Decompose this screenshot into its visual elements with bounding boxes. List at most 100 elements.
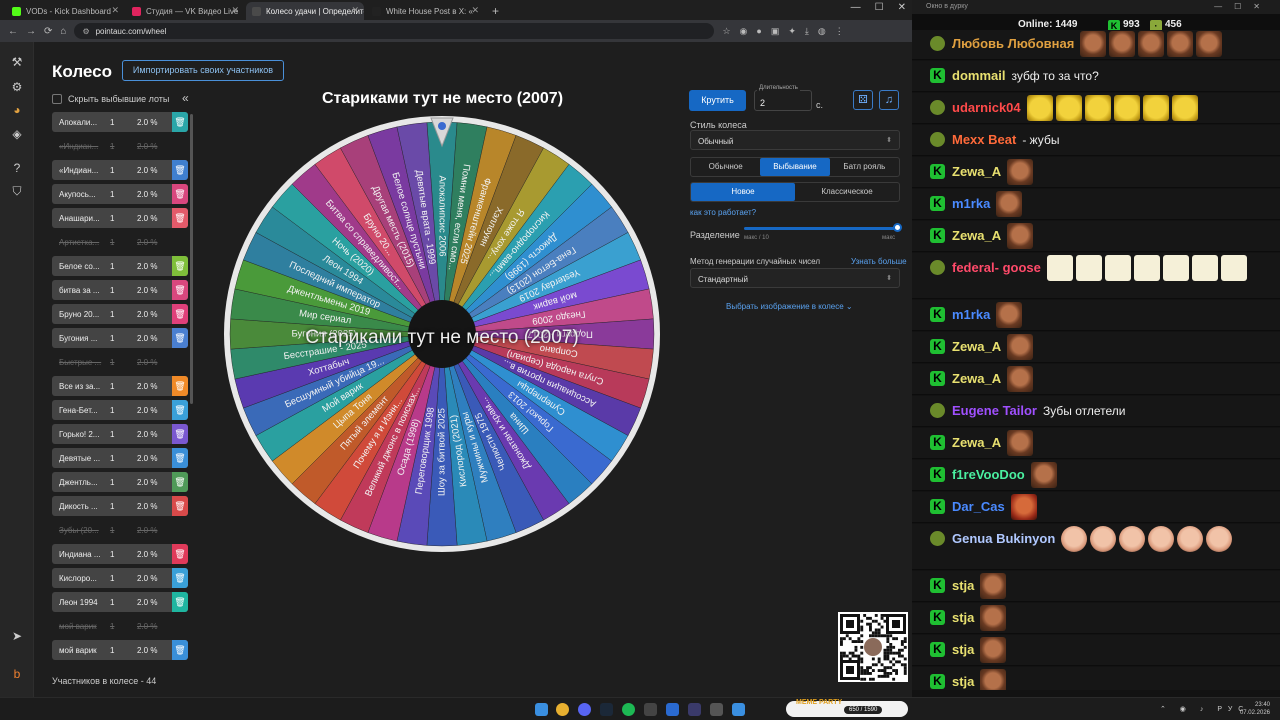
chat-username[interactable]: udarnick04 xyxy=(952,100,1021,115)
chat-username[interactable]: stja xyxy=(952,610,974,625)
layers-icon[interactable]: ◈ xyxy=(9,126,25,142)
chat-username[interactable]: Любовь Любовная xyxy=(952,36,1074,51)
chat-message[interactable]: Kstja xyxy=(912,571,1280,602)
system-tray[interactable]: ⌃ ◉ ♪ РУС xyxy=(1160,705,1249,713)
extension-icon[interactable]: ◉ xyxy=(740,26,748,37)
chat-username[interactable]: stja xyxy=(952,674,974,689)
telegram-icon[interactable]: ➤ xyxy=(9,628,25,644)
variant-option[interactable]: Классическое xyxy=(795,183,899,201)
lot-row[interactable]: Зубы (20... 1 2.0 % xyxy=(52,520,188,540)
menu-icon[interactable]: ⋮ xyxy=(835,26,844,37)
trash-icon[interactable]: 🗑 xyxy=(172,112,188,132)
import-participants-button[interactable]: Импортировать своих участников xyxy=(122,60,284,81)
chat-username[interactable]: Zewa_A xyxy=(952,339,1001,354)
home-icon[interactable]: ⌂ xyxy=(60,26,66,37)
hide-dropped-toggle[interactable]: Скрыть выбывшие лоты xyxy=(52,94,169,104)
trash-icon[interactable]: 🗑 xyxy=(172,328,188,348)
tab-close-icon[interactable]: ✕ xyxy=(111,5,119,16)
chrome-icon[interactable] xyxy=(556,703,569,716)
forward-icon[interactable]: → xyxy=(26,26,36,37)
browser-tab[interactable]: Колесо удачи | Определите ви✕ xyxy=(246,2,364,20)
chat-message[interactable]: K Zewa_A xyxy=(912,221,1280,252)
mode-option[interactable]: Батл рояль xyxy=(830,158,899,176)
lot-row[interactable]: Быстрые ... 1 2.0 % xyxy=(52,352,188,372)
lot-row[interactable]: Горько! 2... 1 2.0 % 🗑 xyxy=(52,424,188,444)
music-icon[interactable]: ♫ xyxy=(879,90,899,110)
lots-scrollbar[interactable] xyxy=(190,114,193,404)
trash-icon[interactable]: 🗑 xyxy=(172,304,188,324)
chat-username[interactable]: Mexx Beat xyxy=(952,132,1016,147)
lot-row[interactable]: Джентль... 1 2.0 % 🗑 xyxy=(52,472,188,492)
lot-row[interactable]: Индиана ... 1 2.0 % 🗑 xyxy=(52,544,188,564)
app-icon[interactable] xyxy=(688,703,701,716)
app-icon[interactable] xyxy=(710,703,723,716)
lot-row[interactable]: Артистка... 1 2.0 % xyxy=(52,232,188,252)
chat-message[interactable]: K Dar_Cas xyxy=(912,492,1280,523)
chat-message[interactable]: Eugene Tailor Зубы отлетели xyxy=(912,396,1280,427)
chat-username[interactable]: stja xyxy=(952,642,974,657)
download-icon[interactable]: ⤓ xyxy=(805,26,809,37)
chat-message[interactable]: Mexx Beat - жубы xyxy=(912,125,1280,156)
chat-username[interactable]: dommail xyxy=(952,68,1005,83)
chat-window-controls[interactable]: —☐✕ xyxy=(1214,2,1272,11)
lot-row[interactable]: «Индиан... 1 2.0 % 🗑 xyxy=(52,160,188,180)
trash-icon[interactable]: 🗑 xyxy=(172,376,188,396)
lot-row[interactable]: мой варик 1 2.0 % 🗑 xyxy=(52,640,188,660)
chat-username[interactable]: Genua Bukinyon xyxy=(952,531,1055,546)
browser-tab[interactable]: VODs - Kick Dashboard ✕ xyxy=(6,2,124,20)
trash-icon[interactable]: 🗑 xyxy=(172,256,188,276)
lot-row[interactable]: Дикость ... 1 2.0 % 🗑 xyxy=(52,496,188,516)
new-tab-icon[interactable]: + xyxy=(486,2,505,20)
lot-row[interactable]: Акупось... 1 2.0 % 🗑 xyxy=(52,184,188,204)
split-slider[interactable] xyxy=(744,227,898,230)
random-org-icon[interactable]: ⚄ xyxy=(853,90,873,110)
chat-username[interactable]: Dar_Cas xyxy=(952,499,1005,514)
trash-icon[interactable]: 🗑 xyxy=(172,400,188,420)
extension-icon[interactable]: ▣ xyxy=(771,26,780,37)
chat-message[interactable]: Любовь Любовная xyxy=(912,30,1280,60)
lot-row[interactable]: «Индиан... 1 2.0 % xyxy=(52,136,188,156)
collapse-icon[interactable]: « xyxy=(182,91,189,105)
trash-icon[interactable]: 🗑 xyxy=(172,496,188,516)
trash-icon[interactable]: 🗑 xyxy=(172,592,188,612)
lot-row[interactable]: Бугония ... 1 2.0 % 🗑 xyxy=(52,328,188,348)
lot-row[interactable]: Леон 1994 1 2.0 % 🗑 xyxy=(52,592,188,612)
chat-message[interactable]: K Zewa_A xyxy=(912,332,1280,363)
trash-icon[interactable]: 🗑 xyxy=(172,160,188,180)
duration-input[interactable]: 2 xyxy=(754,90,812,111)
trash-icon[interactable]: 🗑 xyxy=(172,208,188,228)
trash-icon[interactable]: 🗑 xyxy=(172,184,188,204)
rng-select[interactable]: Стандартный ⬍ xyxy=(690,268,900,288)
chat-message[interactable]: federal- goose xyxy=(912,253,1280,299)
chat-message[interactable]: K Zewa_A xyxy=(912,428,1280,459)
tab-close-icon[interactable]: ✕ xyxy=(231,5,239,16)
discord-icon[interactable] xyxy=(578,703,591,716)
learn-more-link[interactable]: Узнать больше xyxy=(851,257,907,266)
boosty-icon[interactable]: b xyxy=(9,666,25,682)
back-icon[interactable]: ← xyxy=(8,26,18,37)
clock[interactable]: 23:40 07.02.2026 xyxy=(1240,701,1270,717)
profile-icon[interactable]: ◍ xyxy=(818,26,826,37)
how-it-works-link[interactable]: как это работает? xyxy=(690,208,756,217)
steam-icon[interactable] xyxy=(600,703,613,716)
close-icon[interactable]: ✕ xyxy=(898,2,906,13)
chat-username[interactable]: stja xyxy=(952,578,974,593)
browser-tab[interactable]: White House Post в X: «✕ xyxy=(366,2,484,20)
chat-username[interactable]: Zewa_A xyxy=(952,228,1001,243)
lot-row[interactable]: Белое со... 1 2.0 % 🗑 xyxy=(52,256,188,276)
site-info-icon[interactable]: ⚙ xyxy=(82,27,89,36)
trash-icon[interactable]: 🗑 xyxy=(172,640,188,660)
lot-row[interactable]: битва за ... 1 2.0 % 🗑 xyxy=(52,280,188,300)
chat-username[interactable]: Zewa_A xyxy=(952,371,1001,386)
chat-message[interactable]: K Zewa_A xyxy=(912,364,1280,395)
spotify-icon[interactable] xyxy=(622,703,635,716)
chat-message[interactable]: Kstja xyxy=(912,603,1280,634)
trash-icon[interactable]: 🗑 xyxy=(172,280,188,300)
app-icon[interactable] xyxy=(732,703,745,716)
mode-option[interactable]: Выбывание xyxy=(760,158,830,176)
puzzle-icon[interactable]: ✦ xyxy=(788,26,796,37)
trash-icon[interactable]: 🗑 xyxy=(172,568,188,588)
trash-icon[interactable]: 🗑 xyxy=(172,448,188,468)
chat-message[interactable]: Kstja xyxy=(912,635,1280,666)
bookmark-star-icon[interactable]: ☆ xyxy=(722,26,730,37)
